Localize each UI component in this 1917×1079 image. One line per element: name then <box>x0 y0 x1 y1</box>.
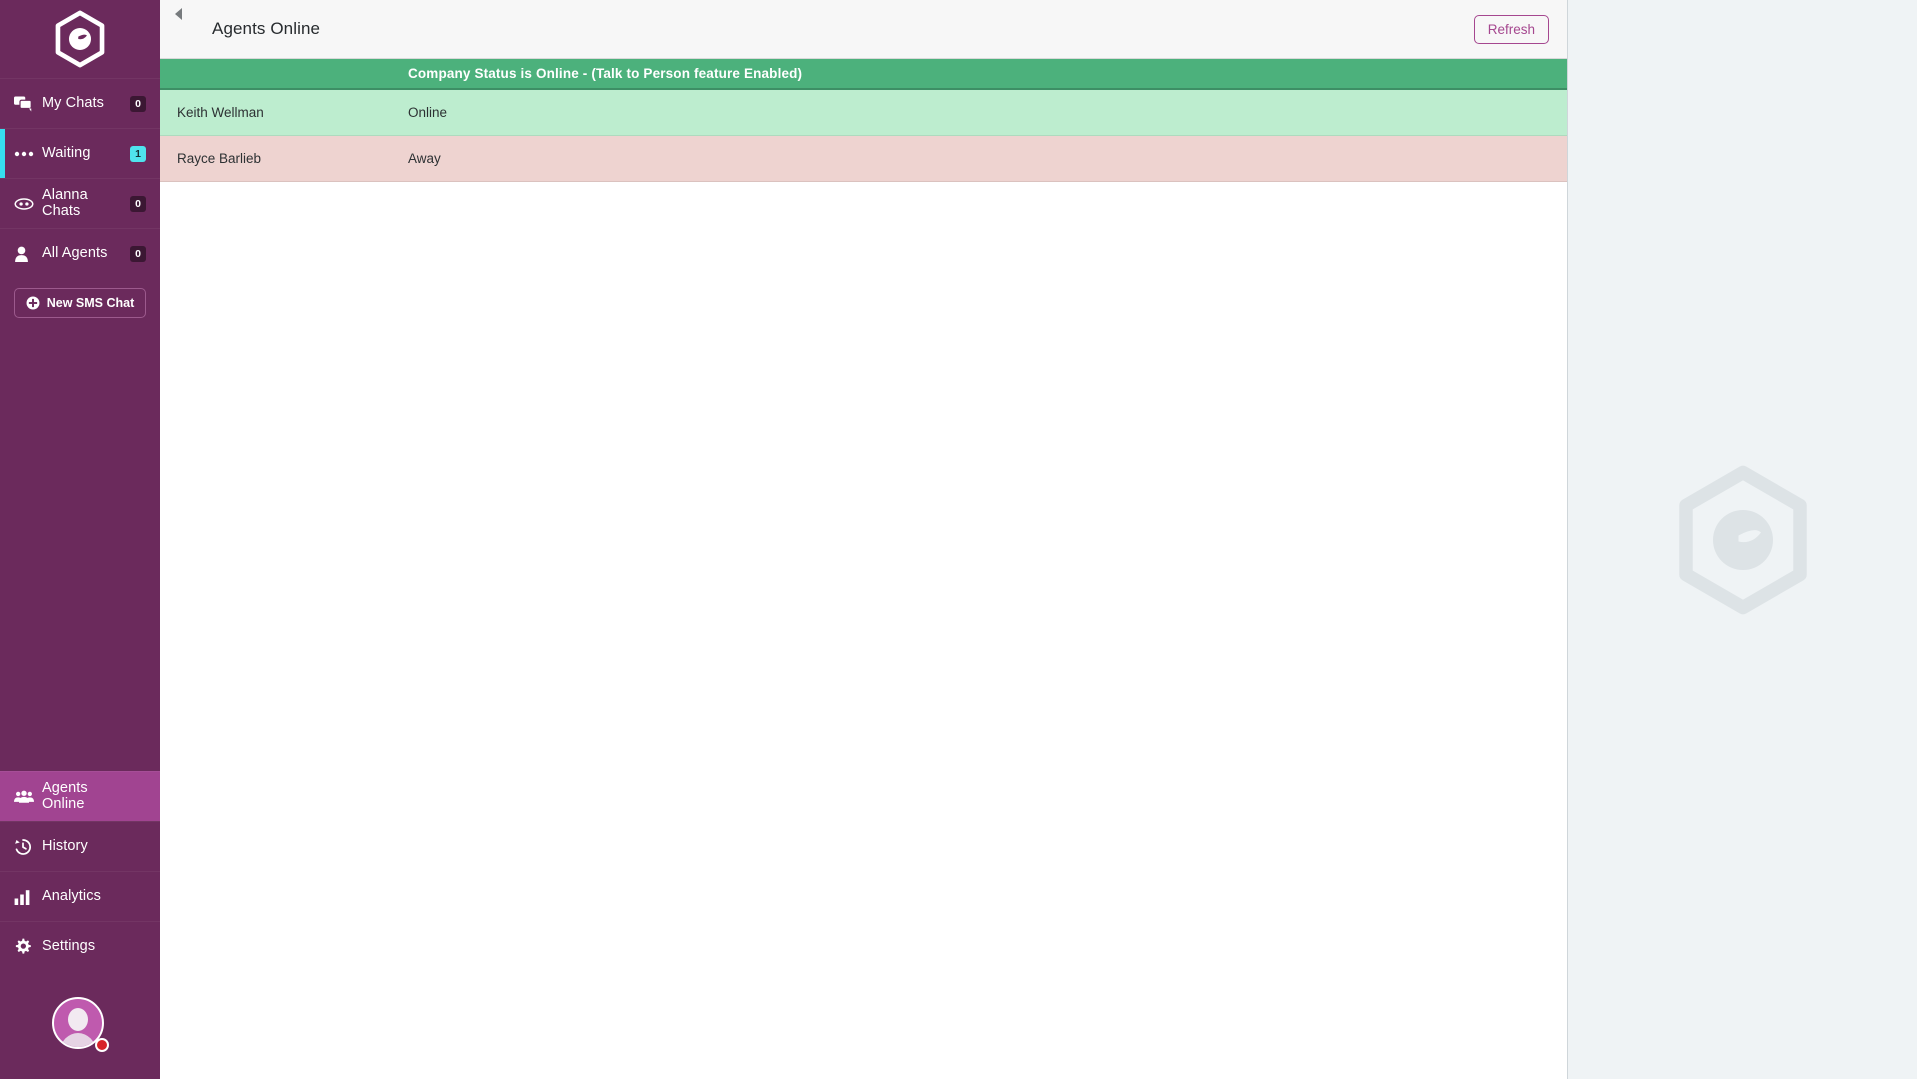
sidebar-item-my-chats[interactable]: My Chats 0 <box>0 78 160 128</box>
sidebar-item-badge: 0 <box>130 95 146 112</box>
avatar-status-dot <box>95 1038 109 1052</box>
new-sms-chat-label: New SMS Chat <box>46 296 135 310</box>
sidebar-item-label: History <box>42 837 88 854</box>
robot-face-icon <box>14 197 40 211</box>
agent-status: Online <box>408 105 448 120</box>
history-clock-icon <box>14 838 40 856</box>
sidebar-nav-top: My Chats 0 Waiting 1 Alanna Chats 0 All … <box>0 78 160 328</box>
sidebar-item-history[interactable]: History <box>0 821 160 871</box>
hexagon-logo-icon <box>55 10 105 68</box>
sidebar-item-label: Agents Online <box>42 780 88 812</box>
agent-name: Rayce Barlieb <box>177 151 262 166</box>
people-group-icon <box>14 790 40 803</box>
avatar-head <box>68 1008 88 1031</box>
sidebar-item-alanna-chats[interactable]: Alanna Chats 0 <box>0 178 160 228</box>
chat-bubbles-icon <box>14 96 40 112</box>
table-row[interactable]: Keith Wellman Online <box>160 90 1567 136</box>
app-root: My Chats 0 Waiting 1 Alanna Chats 0 All … <box>0 0 1917 1079</box>
sidebar-item-label: Alanna Chats <box>42 187 88 219</box>
sidebar-item-badge: 0 <box>130 195 146 212</box>
sidebar-item-label: All Agents <box>42 244 108 261</box>
agent-name: Keith Wellman <box>177 105 264 120</box>
avatar-body <box>60 1033 96 1047</box>
sidebar: My Chats 0 Waiting 1 Alanna Chats 0 All … <box>0 0 160 1079</box>
sidebar-item-agents-online[interactable]: Agents Online <box>0 771 160 821</box>
sidebar-item-waiting[interactable]: Waiting 1 <box>0 128 160 178</box>
sidebar-item-label: My Chats <box>42 94 105 111</box>
right-panel <box>1568 0 1917 1079</box>
hexagon-logo-watermark-icon <box>1678 465 1807 614</box>
avatar-holder <box>52 997 109 1053</box>
sidebar-item-badge: 0 <box>130 245 146 262</box>
person-icon <box>14 246 40 262</box>
plus-circle-icon <box>26 296 40 310</box>
refresh-button[interactable]: Refresh <box>1473 14 1549 44</box>
sidebar-avatar-wrap <box>0 971 160 1079</box>
sidebar-nav-bottom: Agents Online History Analytics Settings <box>0 771 160 971</box>
page-title: Agents Online <box>212 19 321 38</box>
table-empty-area <box>160 182 1567 1079</box>
new-sms-chat-button[interactable]: New SMS Chat <box>14 288 146 318</box>
collapse-left-arrow-icon[interactable] <box>168 7 190 29</box>
sidebar-item-label: Waiting <box>42 144 91 161</box>
gear-icon <box>14 938 40 955</box>
topbar: Agents Online Refresh <box>160 0 1567 59</box>
new-sms-chat-wrap: New SMS Chat <box>0 278 160 328</box>
sidebar-item-all-agents[interactable]: All Agents 0 <box>0 228 160 278</box>
sidebar-item-label: Analytics <box>42 887 101 904</box>
bar-chart-icon <box>14 889 40 905</box>
brand-logo[interactable] <box>0 0 160 78</box>
main-panel: Agents Online Refresh Company Status is … <box>160 0 1568 1079</box>
sidebar-item-badge: 1 <box>130 145 146 162</box>
status-banner: Company Status is Online - (Talk to Pers… <box>160 59 1567 90</box>
agent-status: Away <box>408 151 441 166</box>
sidebar-item-analytics[interactable]: Analytics <box>0 871 160 921</box>
table-row[interactable]: Rayce Barlieb Away <box>160 136 1567 182</box>
sidebar-item-settings[interactable]: Settings <box>0 921 160 971</box>
sidebar-item-label: Settings <box>42 937 96 954</box>
ellipsis-icon <box>14 150 40 158</box>
